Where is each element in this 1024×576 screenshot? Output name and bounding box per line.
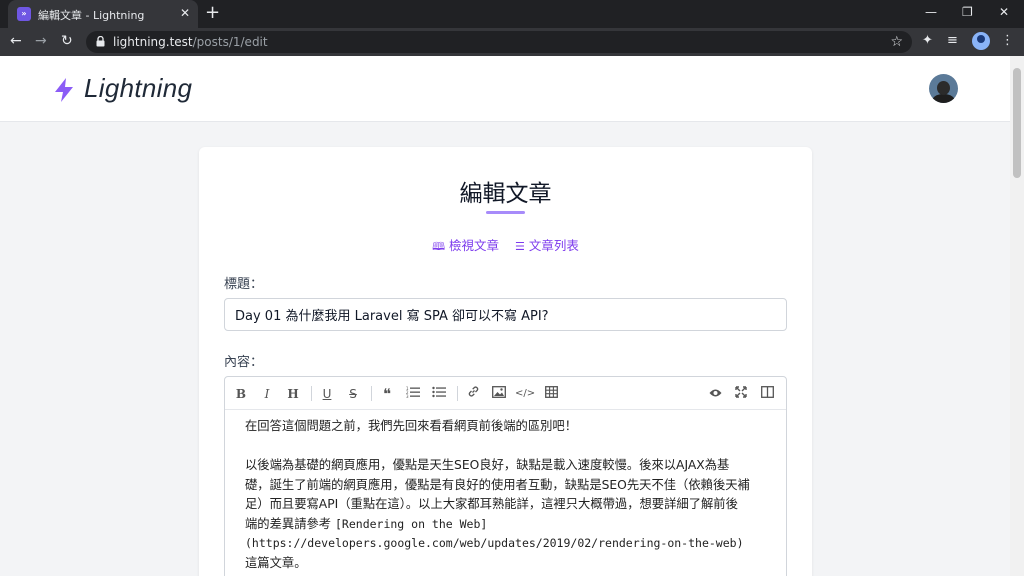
profile-avatar-icon[interactable] (972, 32, 990, 50)
list-icon: ☰ (515, 240, 525, 253)
content-text: 端的差異請參考 (245, 516, 335, 531)
image-button[interactable] (489, 385, 509, 403)
url-text: lightning.test/posts/1/edit (113, 35, 268, 49)
markdown-editor[interactable]: B I H U S ❝ 123 </> 在回答這個問題之前，我們先回來看看網頁前… (224, 376, 787, 576)
eye-icon (709, 389, 721, 397)
app-header: Lightning (0, 56, 1010, 122)
ordered-list-button[interactable]: 123 (403, 385, 423, 403)
editor-toolbar: B I H U S ❝ 123 </> (225, 377, 786, 410)
reload-icon[interactable]: ↻ (61, 33, 73, 49)
fullscreen-icon (735, 386, 747, 398)
columns-icon (760, 386, 774, 398)
toolbar-separator (371, 386, 372, 401)
tab-title: 編輯文章 - Lightning (38, 9, 145, 22)
view-post-link[interactable]: 🕮 檢視文章 (432, 235, 499, 257)
browser-toolbar: ← → ↻ lightning.test/posts/1/edit ☆ ✦ ≡ … (0, 28, 1024, 56)
window-close-icon[interactable]: ✕ (999, 5, 1009, 19)
link-icon (468, 386, 478, 397)
toolbar-separator (457, 386, 458, 401)
url-path: /posts/1/edit (192, 35, 268, 49)
media-control-icon[interactable]: ≡ (947, 33, 958, 49)
tab-close-icon[interactable]: ✕ (180, 6, 190, 20)
page-scrollbar[interactable] (1010, 56, 1024, 576)
content-line: 礎，誕生了前端的網頁應用，優點是有良好的使用者互動，缺點是SEO先天不佳（依賴後… (245, 477, 750, 492)
back-icon[interactable]: ← (10, 33, 22, 49)
logo-text[interactable]: Lightning (84, 73, 192, 104)
table-icon (544, 386, 558, 398)
toolbar-separator (311, 386, 312, 401)
strikethrough-button[interactable]: S (343, 385, 363, 403)
post-list-link[interactable]: ☰ 文章列表 (515, 235, 579, 254)
new-tab-icon[interactable]: + (205, 3, 220, 23)
content-line: 在回答這個問題之前，我們先回來看看網頁前後端的區別吧！ (245, 419, 578, 433)
address-bar[interactable]: lightning.test/posts/1/edit ☆ (86, 31, 912, 53)
preview-button[interactable] (705, 385, 725, 403)
table-button[interactable] (541, 385, 561, 403)
avatar-head (937, 81, 950, 95)
post-list-label: 文章列表 (528, 238, 579, 253)
content-line: 這篇文章。 (245, 555, 307, 570)
lock-icon (96, 36, 105, 47)
italic-button[interactable]: I (257, 385, 277, 403)
bookmark-star-icon[interactable]: ☆ (890, 34, 903, 50)
title-underline (486, 211, 525, 214)
side-by-side-button[interactable] (757, 385, 777, 403)
page-title: 編輯文章 (459, 181, 552, 207)
content-line: 足）而且要寫API（重點在這）。以上大家都耳熟能詳，這裡只大概帶過，想要詳細了解… (245, 497, 738, 511)
ordered-list-icon: 123 (406, 386, 420, 399)
content-label: 內容： (224, 355, 264, 370)
underline-button[interactable]: U (317, 385, 337, 403)
forward-icon[interactable]: → (35, 33, 47, 49)
title-input[interactable] (224, 298, 787, 331)
extensions-icon[interactable]: ✦ (922, 33, 933, 49)
content-line: 以後端為基礎的網頁應用，優點是天生SEO良好，缺點是載入速度較慢。後來以AJAX… (245, 458, 730, 472)
editor-content[interactable]: 在回答這個問題之前，我們先回來看看網頁前後端的區別吧！ 以後端為基礎的網頁應用，… (245, 417, 775, 573)
restore-icon[interactable]: ❐ (962, 5, 973, 19)
browser-tab-bar: » 編輯文章 - Lightning ✕ + — ❐ ✕ (0, 0, 1024, 28)
view-post-label: 檢視文章 (449, 238, 500, 253)
favicon-icon: » (17, 7, 31, 21)
avatar-body (932, 94, 955, 103)
lightning-bolt-icon (55, 78, 73, 102)
post-links: 🕮 檢視文章 ☰ 文章列表 (199, 235, 812, 257)
code-button[interactable]: </> (515, 385, 535, 403)
browser-tab[interactable]: » 編輯文章 - Lightning ✕ (8, 0, 198, 28)
svg-text:3: 3 (406, 394, 409, 398)
menu-kebab-icon[interactable]: ⋮ (1001, 33, 1014, 49)
fullscreen-button[interactable] (731, 385, 751, 403)
edit-post-card: 編輯文章 🕮檢視文章 ☰文章列表 標題： 內容： B I H U S ❝ 123 (199, 147, 812, 576)
title-label: 標題： (224, 277, 264, 292)
quote-button[interactable]: ❝ (377, 385, 397, 403)
heading-button[interactable]: H (283, 385, 303, 403)
unordered-list-icon (432, 386, 446, 398)
user-avatar[interactable] (929, 74, 958, 103)
scrollbar-thumb[interactable] (1013, 68, 1021, 178)
minimize-icon[interactable]: — (925, 5, 937, 19)
markdown-link-text: [Rendering on the Web] (335, 516, 488, 531)
book-open-icon: 🕮 (432, 240, 446, 253)
content-line: 端的差異請參考 [Rendering on the Web] (245, 515, 775, 535)
image-icon (492, 386, 506, 398)
bold-button[interactable]: B (231, 385, 251, 403)
url-host: lightning.test (113, 35, 193, 49)
markdown-link-url: (https://developers.google.com/web/updat… (245, 536, 744, 550)
unordered-list-button[interactable] (429, 385, 449, 403)
link-button[interactable] (463, 385, 483, 403)
